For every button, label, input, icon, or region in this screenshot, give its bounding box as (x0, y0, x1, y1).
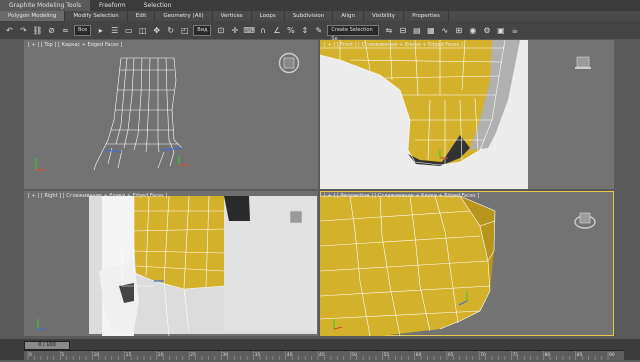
material-editor-icon[interactable]: ◉ (467, 25, 478, 36)
timeline-tick-label: 10 (93, 352, 99, 358)
curve-editor-icon[interactable]: ∿ (439, 25, 450, 36)
spinner-snap-icon[interactable]: ⇕ (299, 25, 310, 36)
select-icon[interactable]: ▸ (95, 25, 106, 36)
mirror-icon[interactable]: ⇋ (383, 25, 394, 36)
panel-geometry-all[interactable]: Geometry (All) (155, 11, 213, 21)
viewport-front[interactable]: [ + ] [ Front ] [ Сглаживание + блики + … (320, 40, 614, 189)
ribbon-panel-bar: Polygon Modeling Modify Selection Edit G… (0, 11, 640, 21)
top-wireframe-mesh (35, 57, 189, 171)
timeline-tick-label: 85 (577, 352, 583, 358)
align-icon[interactable]: ⊟ (397, 25, 408, 36)
timeline-tick-label: 15 (126, 352, 132, 358)
graphite-toggle-icon[interactable]: ▦ (425, 25, 436, 36)
window-crossing-icon[interactable]: ◫ (137, 25, 148, 36)
timeline-tick-label: 35 (255, 352, 261, 358)
timeline: 0 / 100 0 5 10 15 20 25 30 35 40 45 50 55 60 65 70 75 80… (0, 339, 640, 360)
perspective-render (320, 195, 496, 336)
time-slider[interactable]: 0 / 100 (24, 341, 70, 350)
keyboard-shortcut-icon[interactable]: ⌨ (243, 25, 255, 36)
right-render (24, 191, 318, 336)
named-selection-dropdown[interactable]: Create Selection Se (327, 24, 380, 42)
viewport-label-perspective[interactable]: [ + ] [ Perspective ] [ Сглаживание + бл… (324, 193, 479, 199)
timeline-tick-label: 55 (383, 352, 389, 358)
panel-align[interactable]: Align (333, 11, 364, 21)
tab-freeform[interactable]: Freeform (90, 0, 135, 11)
viewport-label-right[interactable]: [ + ] [ Right ] [ Сглаживание + блики + … (28, 193, 167, 199)
panel-modify-selection[interactable]: Modify Selection (65, 11, 128, 21)
panel-visibility[interactable]: Visibility (364, 11, 405, 21)
undo-icon[interactable]: ↶ (4, 25, 15, 36)
timeline-tick-label: 40 (287, 352, 293, 358)
viewcube-icon[interactable] (574, 209, 596, 231)
viewcube-icon[interactable] (572, 52, 594, 74)
timeline-tick-label: 25 (190, 352, 196, 358)
render-setup-icon[interactable]: ⚙ (481, 25, 492, 36)
panel-vertices[interactable]: Vertices (213, 11, 252, 21)
tab-graphite-modeling-tools[interactable]: Graphite Modeling Tools (0, 0, 91, 11)
timeline-tick-label: 50 (351, 352, 357, 358)
viewport-label-front[interactable]: [ + ] [ Front ] [ Сглаживание + блики + … (324, 42, 463, 48)
rect-select-icon[interactable]: ▭ (123, 25, 134, 36)
unlink-icon[interactable]: ⊘ (46, 25, 57, 36)
viewcube-icon[interactable] (286, 207, 308, 229)
percent-snap-icon[interactable]: % (285, 25, 296, 36)
panel-edit[interactable]: Edit (128, 11, 156, 21)
select-by-name-icon[interactable]: ☰ (109, 25, 120, 36)
redo-icon[interactable]: ↷ (18, 25, 29, 36)
select-manipulate-icon[interactable]: ✛ (229, 25, 240, 36)
move-icon[interactable]: ✥ (151, 25, 162, 36)
render-icon[interactable]: ☕ (509, 25, 520, 36)
selection-filter-dropdown[interactable]: Все (74, 24, 92, 36)
main-toolbar: ↶ ↷ ⛓ ⊘ ≈ Все ▸ ☰ ▭ ◫ ✥ ↻ ◰ Вид ⊡ ✛ ⌨ ∩ … (0, 21, 640, 42)
pivot-icon[interactable]: ⊡ (215, 25, 226, 36)
panel-properties[interactable]: Properties (404, 11, 449, 21)
timeline-track[interactable]: 0 5 10 15 20 25 30 35 40 45 50 55 60 65 70 75 80 85 90 (24, 350, 624, 360)
timeline-tick-label: 80 (545, 352, 551, 358)
viewport-right[interactable]: [ + ] [ Right ] [ Сглаживание + блики + … (24, 191, 318, 336)
timeline-tick-label: 5 (61, 352, 64, 358)
viewport-perspective[interactable]: [ + ] [ Perspective ] [ Сглаживание + бл… (320, 191, 614, 336)
angle-snap-icon[interactable]: ∠ (271, 25, 282, 36)
timeline-tick-label: 20 (158, 352, 164, 358)
panel-subdivision[interactable]: Subdivision (285, 11, 334, 21)
timeline-tick-label: 45 (319, 352, 325, 358)
timeline-tick-label: 65 (448, 352, 454, 358)
timeline-tick-label: 90 (609, 352, 615, 358)
link-icon[interactable]: ⛓ (32, 25, 43, 36)
tab-selection[interactable]: Selection (135, 0, 181, 11)
timeline-tick-label: 60 (416, 352, 422, 358)
scale-icon[interactable]: ◰ (179, 25, 190, 36)
rotate-icon[interactable]: ↻ (165, 25, 176, 36)
viewcube-icon[interactable] (278, 52, 300, 74)
timeline-ticks: 0 5 10 15 20 25 30 35 40 45 50 55 60 65 70 75 80 85 90 (27, 351, 615, 360)
timeline-tick-label: 30 (222, 352, 228, 358)
panel-polygon-modeling[interactable]: Polygon Modeling (0, 11, 66, 21)
timeline-tick-label: 75 (512, 352, 518, 358)
ribbon-tabs: Graphite Modeling Tools Freeform Selecti… (0, 0, 640, 11)
snap-icon[interactable]: ∩ (257, 25, 268, 36)
reference-coord-dropdown[interactable]: Вид (193, 24, 212, 36)
viewport-top[interactable]: [ + ] [ Top ] [ Каркас + Edged Faces ] (24, 40, 318, 189)
timeline-tick-label: 0 (29, 352, 32, 358)
layer-manager-icon[interactable]: ▤ (411, 25, 422, 36)
viewport-label-top[interactable]: [ + ] [ Top ] [ Каркас + Edged Faces ] (28, 42, 122, 48)
edit-named-sel-icon[interactable]: ✎ (313, 25, 324, 36)
panel-loops[interactable]: Loops (252, 11, 285, 21)
rendered-frame-icon[interactable]: ▣ (495, 25, 506, 36)
front-render (320, 40, 528, 189)
schematic-view-icon[interactable]: ⊞ (453, 25, 464, 36)
timeline-tick-label: 70 (480, 352, 486, 358)
bind-icon[interactable]: ≈ (60, 25, 71, 36)
